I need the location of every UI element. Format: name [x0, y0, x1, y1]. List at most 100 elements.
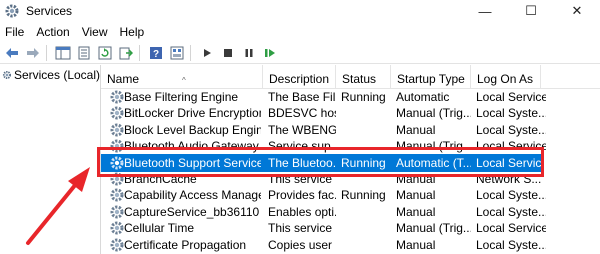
cell-status: [341, 138, 391, 154]
mmc-view-button[interactable]: [168, 44, 186, 62]
cell-startup-type: Manual: [396, 172, 436, 186]
table-row[interactable]: Cellular Time This service ... Manual (Tri…: [101, 220, 600, 236]
cell-log-on-as: Local Syste...: [476, 122, 546, 137]
export-list-icon: [119, 47, 133, 59]
help-question-icon: ?: [150, 46, 162, 60]
cell-startup-type: Manual: [396, 188, 436, 203]
tree-item-label: Services (Local): [13, 68, 100, 82]
play-icon: [204, 48, 211, 57]
table-row-selected[interactable]: Bluetooth Support Service The Bluetoo... R…: [101, 153, 546, 172]
properties-sheet-icon: [78, 46, 90, 59]
menu-action[interactable]: Action: [30, 25, 75, 39]
cell-description: The Bluetoo...: [268, 155, 336, 170]
cell-name: Capability Access Manager ...: [124, 188, 261, 203]
show-hide-tree-button[interactable]: [54, 44, 72, 62]
toolbar-separator: [190, 44, 191, 61]
refresh-button[interactable]: [96, 44, 114, 62]
cell-log-on-as: Local Syste...: [476, 188, 546, 203]
column-header-label: Name: [107, 72, 140, 86]
export-list-button[interactable]: [117, 44, 135, 62]
window-title: Services: [26, 4, 73, 18]
column-header-status[interactable]: Status: [336, 65, 391, 89]
column-header-label: Startup Type: [397, 72, 465, 86]
pause-service-button[interactable]: [240, 44, 258, 62]
cell-name: Certificate Propagation: [124, 237, 247, 252]
start-service-button[interactable]: [198, 44, 216, 62]
cell-description: This service ...: [268, 172, 336, 186]
cell-status: [341, 105, 391, 121]
cell-startup-type: Manual: [396, 204, 436, 219]
title-bar: Services — ☐ ✕: [0, 0, 600, 22]
cell-name: Base Filtering Engine: [124, 90, 239, 104]
service-gear-icon: [110, 156, 124, 170]
cell-status: [341, 220, 391, 236]
toolbar-separator: [139, 44, 140, 61]
cell-status: Running: [341, 188, 386, 203]
column-header-name[interactable]: ^ Name: [101, 65, 263, 89]
menu-view[interactable]: View: [76, 25, 114, 39]
forward-button[interactable]: [24, 44, 42, 62]
table-row[interactable]: Capability Access Manager ... Provides fa…: [101, 187, 600, 203]
pause-icon: [245, 48, 253, 57]
minimize-button[interactable]: —: [462, 0, 508, 22]
tree-item-services-local[interactable]: Services (Local): [0, 65, 100, 85]
menu-file[interactable]: File: [0, 25, 30, 39]
cell-log-on-as: Local Syste...: [476, 237, 546, 252]
cell-description: Copies user ...: [268, 237, 336, 252]
service-gear-icon: [110, 172, 124, 186]
column-header-label: Description: [269, 72, 330, 86]
cell-log-on-as: Local Syste...: [476, 204, 546, 219]
menu-bar: File Action View Help: [0, 22, 600, 42]
column-header-startup-type[interactable]: Startup Type: [391, 65, 471, 89]
column-header-log-on-as[interactable]: Log On As: [471, 65, 541, 89]
menu-help[interactable]: Help: [114, 25, 151, 39]
restart-service-button[interactable]: [261, 44, 279, 62]
stop-icon: [224, 48, 232, 57]
table-row[interactable]: Block Level Backup Engine ... The WBENG..…: [101, 122, 600, 138]
table-row[interactable]: CaptureService_bb36110 Enables opti... Man…: [101, 204, 600, 220]
cell-description: BDESVC hos...: [268, 106, 336, 121]
cell-name: Block Level Backup Engine ...: [124, 122, 261, 137]
cell-name: BitLocker Drive Encryption ...: [124, 106, 261, 121]
cell-log-on-as: Local Service: [476, 90, 546, 104]
forward-arrow-icon: [27, 47, 39, 58]
column-header-label: Log On As: [477, 72, 534, 86]
cell-description: Enables opti...: [268, 204, 336, 219]
cell-description: Service sup...: [268, 139, 336, 154]
table-row[interactable]: Base Filtering Engine The Base Fil... Runn…: [101, 89, 600, 105]
help-button[interactable]: ?: [147, 44, 165, 62]
cell-log-on-as: Local Service: [476, 155, 546, 170]
restart-icon: [265, 48, 275, 57]
table-row[interactable]: BitLocker Drive Encryption ... BDESVC hos…: [101, 105, 600, 121]
cell-status: [341, 122, 391, 138]
stop-service-button[interactable]: [219, 44, 237, 62]
services-list: ^ Name Description Status Startup Type L…: [101, 65, 600, 254]
cell-startup-type: Automatic: [396, 90, 450, 104]
cell-log-on-as: Local Service: [476, 139, 546, 154]
table-row[interactable]: Bluetooth Audio Gateway Se... Service sup…: [101, 138, 600, 154]
toolbar-separator: [46, 44, 47, 61]
cell-name: BranchCache: [124, 172, 197, 186]
cell-status: Running: [341, 155, 386, 170]
toolbar: ?: [0, 42, 600, 64]
table-row[interactable]: Certificate Propagation Copies user ... Ma…: [101, 237, 600, 253]
service-gear-icon: [110, 106, 124, 120]
cell-startup-type: Manual (Trig...: [396, 106, 471, 121]
service-gear-icon: [110, 188, 124, 202]
cell-name: Bluetooth Support Service: [124, 155, 261, 170]
cell-startup-type: Manual: [396, 122, 436, 137]
table-row[interactable]: BranchCache This service ... Manual Network…: [101, 171, 600, 187]
service-gear-icon: [110, 238, 124, 252]
service-gear-icon: [110, 90, 124, 104]
cell-startup-type: Manual (Trig...: [396, 139, 471, 154]
cell-description: The Base Fil...: [268, 90, 336, 104]
mmc-view-icon: [170, 46, 184, 59]
close-button[interactable]: ✕: [554, 0, 600, 22]
properties-button[interactable]: [75, 44, 93, 62]
column-header-label: Status: [342, 72, 377, 86]
cell-status: Running: [341, 90, 386, 104]
maximize-button[interactable]: ☐: [508, 0, 554, 22]
service-gear-icon: [110, 139, 124, 153]
column-header-description[interactable]: Description: [263, 65, 336, 89]
back-button[interactable]: [3, 44, 21, 62]
